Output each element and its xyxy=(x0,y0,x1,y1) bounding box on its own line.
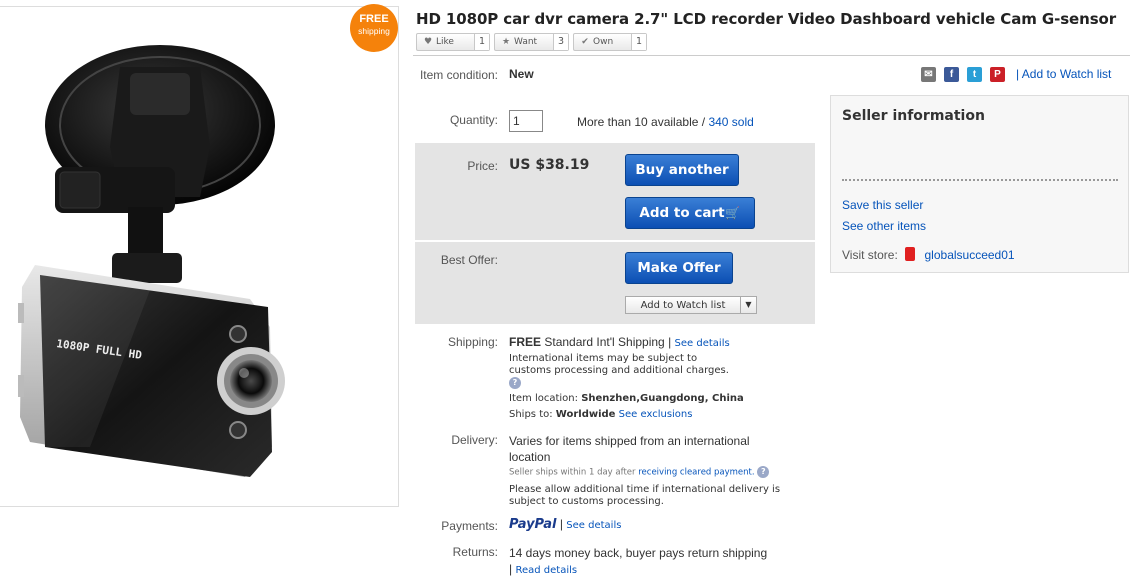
product-image-panel: 1080P FULL HD xyxy=(0,6,399,507)
like-count: 1 xyxy=(473,34,489,50)
facebook-icon[interactable]: f xyxy=(944,67,959,82)
price-value: US $38.19 xyxy=(509,157,590,173)
payments-methods: PayPal | See details xyxy=(509,517,621,532)
badge-line2: shipping xyxy=(358,26,390,36)
item-location-label: Item location: xyxy=(509,393,578,404)
see-other-items-link[interactable]: See other items xyxy=(842,219,926,233)
star-icon: ★ xyxy=(501,37,511,47)
add-to-cart-button[interactable]: Add to cart 🛒 xyxy=(625,197,755,229)
shipping-note: International items may be subject to cu… xyxy=(509,353,739,390)
returns-value: 14 days money back, buyer pays return sh… xyxy=(509,545,769,579)
returns-label: Returns: xyxy=(452,545,498,559)
shipping-label: Shipping: xyxy=(447,335,498,349)
chevron-down-icon[interactable]: ▼ xyxy=(740,297,756,313)
seller-heading: Seller information xyxy=(842,108,985,124)
watch-list-label: Add to Watch list xyxy=(640,299,726,311)
seller-divider xyxy=(842,179,1118,181)
sold-link[interactable]: 340 sold xyxy=(708,115,753,129)
add-to-cart-label: Add to cart xyxy=(639,205,725,221)
available-text: More than 10 available / xyxy=(577,115,706,129)
ships-to: Ships to: Worldwide See exclusions xyxy=(509,409,692,421)
visit-store: Visit store: globalsucceed01 xyxy=(842,247,1015,262)
item-location: Item location: Shenzhen,Guangdong, China xyxy=(509,393,744,405)
paypal-logo: PayPal xyxy=(509,517,557,532)
delivery-value: Varies for items shipped from an interna… xyxy=(509,434,750,464)
save-seller-link[interactable]: Save this seller xyxy=(842,198,923,212)
customs-note: International items may be subject to cu… xyxy=(509,353,729,376)
shipping-details-link[interactable]: See details xyxy=(675,338,730,349)
payments-label: Payments: xyxy=(441,519,498,533)
payments-details-link[interactable]: See details xyxy=(566,520,621,531)
store-icon xyxy=(905,247,916,261)
price-panel xyxy=(415,143,815,240)
cleared-payment-link[interactable]: receiving cleared payment. xyxy=(638,468,754,478)
email-icon[interactable]: ✉ xyxy=(921,67,936,82)
store-name-link[interactable]: globalsucceed01 xyxy=(925,248,1015,262)
condition-value: New xyxy=(509,67,534,81)
shipping-method: Standard Int'l Shipping | xyxy=(544,335,672,349)
shipping-free: FREE xyxy=(509,335,542,349)
want-label: Want xyxy=(514,37,538,47)
handling-text: Seller ships within 1 day after xyxy=(509,467,636,478)
ships-to-label: Ships to: xyxy=(509,409,553,420)
seller-information-panel: Seller information Save this seller See … xyxy=(830,95,1129,273)
delivery-label: Delivery: xyxy=(451,433,498,447)
make-offer-button[interactable]: Make Offer xyxy=(625,252,733,284)
see-exclusions-link[interactable]: See exclusions xyxy=(619,409,693,420)
quantity-availability: More than 10 available / 340 sold xyxy=(577,115,754,129)
want-count: 3 xyxy=(552,34,568,50)
free-shipping-badge: FREE shipping xyxy=(350,4,398,52)
visit-store-label: Visit store: xyxy=(842,248,898,262)
quantity-label: Quantity: xyxy=(449,113,498,127)
add-to-watch-list-link[interactable]: | Add to Watch list xyxy=(1016,67,1111,81)
want-button[interactable]: ★ Want 3 xyxy=(494,33,569,51)
shipping-summary: FREE Standard Int'l Shipping | See detai… xyxy=(509,335,730,349)
own-button[interactable]: ✔ Own 1 xyxy=(573,33,647,51)
own-label: Own xyxy=(593,37,614,47)
product-title: HD 1080P car dvr camera 2.7" LCD recorde… xyxy=(416,10,1117,28)
help-icon[interactable]: ? xyxy=(757,466,770,478)
best-offer-label: Best Offer: xyxy=(440,253,498,267)
quantity-input[interactable] xyxy=(509,110,543,132)
item-location-value: Shenzhen,Guangdong, China xyxy=(581,393,744,404)
watch-list-dropdown[interactable]: Add to Watch list ▼ xyxy=(625,296,757,314)
price-label: Price: xyxy=(467,159,498,173)
help-icon[interactable]: ? xyxy=(509,377,521,389)
twitter-icon[interactable]: t xyxy=(967,67,982,82)
like-label: Like xyxy=(436,37,454,47)
condition-label: Item condition: xyxy=(419,68,498,82)
badge-line1: FREE xyxy=(359,13,389,25)
own-count: 1 xyxy=(630,34,646,50)
ships-to-value: Worldwide xyxy=(555,409,616,420)
payments-sep: | xyxy=(559,517,563,531)
handling-time: Seller ships within 1 day after receivin… xyxy=(509,466,770,479)
check-icon: ✔ xyxy=(581,37,589,47)
like-button[interactable]: ♥ Like 1 xyxy=(416,33,490,51)
cart-icon: 🛒 xyxy=(725,206,740,220)
delivery-note: Please allow additional time if internat… xyxy=(509,484,781,507)
heart-icon: ♥ xyxy=(423,37,433,47)
title-divider xyxy=(413,55,1130,56)
buy-another-button[interactable]: Buy another xyxy=(625,154,739,186)
product-photo[interactable]: 1080P FULL HD xyxy=(0,7,399,508)
pinterest-icon[interactable]: P xyxy=(990,67,1005,82)
returns-details-link[interactable]: Read details xyxy=(515,565,577,576)
